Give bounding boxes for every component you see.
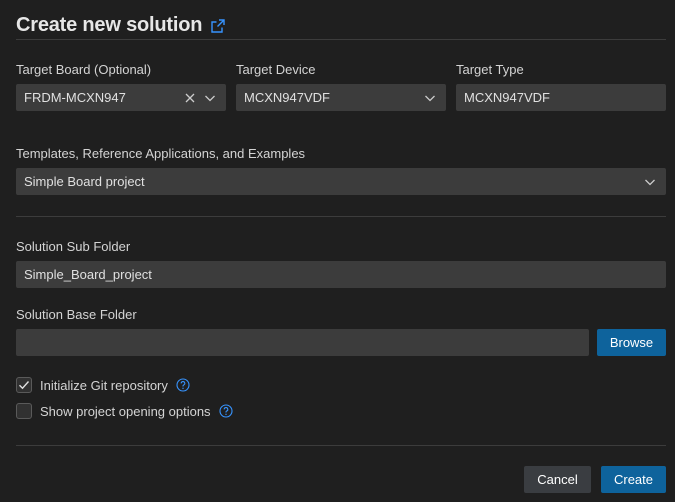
init-git-label: Initialize Git repository	[40, 377, 168, 393]
section-divider	[16, 216, 666, 217]
chevron-down-icon[interactable]	[422, 90, 438, 106]
external-link-icon[interactable]	[210, 18, 226, 34]
create-button[interactable]: Create	[601, 466, 666, 493]
show-opening-label: Show project opening options	[40, 403, 211, 419]
sub-folder-input[interactable]: Simple_Board_project	[16, 261, 666, 288]
show-opening-checkbox[interactable]	[16, 403, 32, 419]
browse-button[interactable]: Browse	[597, 329, 666, 356]
target-board-label: Target Board (Optional)	[16, 62, 152, 77]
sub-folder-value: Simple_Board_project	[24, 267, 152, 282]
templates-label: Templates, Reference Applications, and E…	[16, 146, 306, 161]
templates-select[interactable]: Simple Board project	[16, 168, 666, 195]
target-type-value: MCXN947VDF	[464, 90, 550, 105]
target-board-select[interactable]: FRDM-MCXN947	[16, 84, 226, 111]
cancel-button[interactable]: Cancel	[524, 466, 591, 493]
target-board-value: FRDM-MCXN947	[24, 90, 126, 105]
page-title: Create new solution	[16, 14, 203, 36]
target-device-select[interactable]: MCXN947VDF	[236, 84, 446, 111]
chevron-down-icon[interactable]	[202, 90, 218, 106]
base-folder-input[interactable]	[16, 329, 589, 356]
help-circle-icon[interactable]	[176, 378, 190, 392]
base-folder-label: Solution Base Folder	[16, 307, 137, 322]
title-row: Create new solution	[16, 14, 226, 37]
sub-folder-label: Solution Sub Folder	[16, 239, 131, 254]
create-solution-page: Create new solution Target Board (Option…	[0, 0, 675, 502]
target-device-value: MCXN947VDF	[244, 90, 330, 105]
close-icon[interactable]	[182, 90, 198, 106]
target-device-label: Target Device	[236, 62, 316, 77]
templates-value: Simple Board project	[24, 174, 145, 189]
checkmark-icon	[19, 381, 30, 390]
footer-divider	[16, 445, 666, 446]
title-divider	[16, 39, 666, 40]
help-circle-icon[interactable]	[219, 404, 233, 418]
target-type-field[interactable]: MCXN947VDF	[456, 84, 666, 111]
init-git-checkbox[interactable]	[16, 377, 32, 393]
chevron-down-icon[interactable]	[642, 174, 658, 190]
target-type-label: Target Type	[456, 62, 524, 77]
init-git-option: Initialize Git repository	[16, 377, 190, 393]
show-opening-option: Show project opening options	[16, 403, 233, 419]
